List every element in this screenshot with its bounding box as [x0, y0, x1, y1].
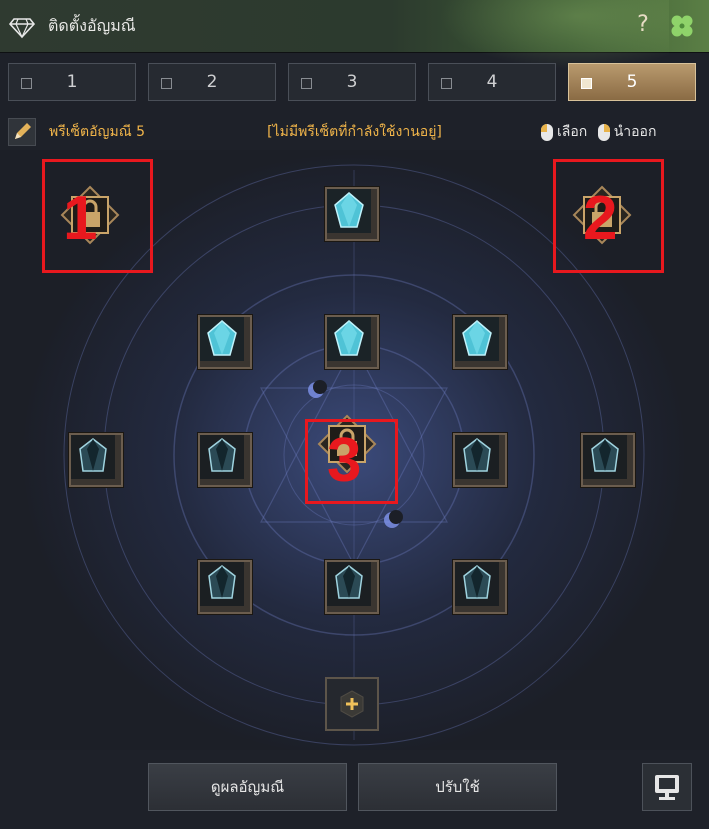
legend-select: เลือก: [541, 121, 587, 143]
dark-gem-icon: [200, 562, 244, 606]
cyan-gem-icon: [327, 317, 371, 361]
help-button[interactable]: ?: [632, 10, 654, 40]
gem-slot[interactable]: [453, 315, 507, 369]
legend-select-label: เลือก: [557, 124, 588, 140]
preview-button[interactable]: [642, 763, 692, 811]
gem-slot[interactable]: [69, 433, 123, 487]
dark-gem-icon: [455, 435, 499, 479]
annotation-number-1: 1: [63, 184, 98, 253]
dark-gem-icon: [71, 435, 115, 479]
tab-label: 3: [346, 72, 358, 92]
gem-slot[interactable]: [325, 560, 379, 614]
tab-label: 2: [206, 72, 218, 92]
gem-board: 1 2 3: [0, 150, 709, 750]
preset-tab-5[interactable]: 5: [568, 63, 696, 101]
tab-label: 5: [626, 72, 638, 92]
tab-label: 1: [66, 72, 78, 92]
gem-slot[interactable]: [198, 315, 252, 369]
clover-icon[interactable]: [668, 12, 696, 40]
preset-tab-3[interactable]: 3: [288, 63, 416, 101]
annotation-number-2: 2: [583, 184, 618, 253]
gem-slot[interactable]: [325, 187, 379, 241]
display-icon: [655, 775, 679, 800]
gem-equip-window: ติดตั้งอัญมณี ? 1 2 3 4 5 พรีเซ็ตอัญมณี …: [0, 0, 709, 829]
gem-slot[interactable]: [453, 433, 507, 487]
dark-gem-icon: [455, 562, 499, 606]
annotation-number-3: 3: [327, 426, 362, 495]
apply-button[interactable]: ปรับใช้: [358, 763, 557, 811]
mouse-legend: เลือก นำออก: [541, 121, 662, 143]
preset-tab-1[interactable]: 1: [8, 63, 136, 101]
dark-gem-icon: [327, 562, 371, 606]
window-title: ติดตั้งอัญมณี: [48, 16, 136, 35]
preset-tab-2[interactable]: 2: [148, 63, 276, 101]
tab-label: 4: [486, 72, 498, 92]
gem-slot[interactable]: [198, 560, 252, 614]
annotation-box-1: [42, 159, 153, 273]
legend-remove: นำออก: [597, 121, 657, 143]
plus-icon: [340, 690, 364, 718]
left-click-icon: [541, 123, 553, 141]
dark-gem-icon: [583, 435, 627, 479]
right-click-icon: [597, 123, 610, 141]
title-bar: ติดตั้งอัญมณี ?: [0, 0, 709, 70]
cyan-gem-icon: [200, 317, 244, 361]
gem-slot[interactable]: [325, 315, 379, 369]
cyan-gem-icon: [327, 189, 371, 233]
diamond-icon: [9, 18, 35, 39]
add-slot-button[interactable]: [325, 677, 379, 731]
view-gem-effects-button[interactable]: ดูผลอัญมณี: [148, 763, 347, 811]
legend-remove-label: นำออก: [613, 124, 657, 140]
preset-tab-4[interactable]: 4: [428, 63, 556, 101]
gem-slot[interactable]: [198, 433, 252, 487]
cyan-gem-icon: [455, 317, 499, 361]
gem-slot[interactable]: [453, 560, 507, 614]
gem-slot[interactable]: [581, 433, 635, 487]
dark-gem-icon: [200, 435, 244, 479]
